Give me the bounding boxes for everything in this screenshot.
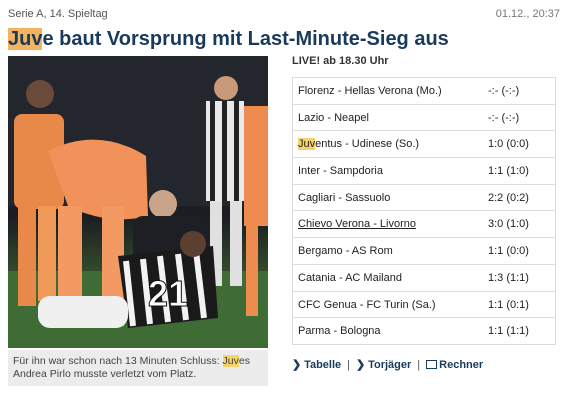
torjaeger-label: Torjäger — [368, 359, 412, 371]
chevron-right-icon: ❯ — [356, 359, 366, 371]
rechner-label: Rechner — [439, 358, 484, 371]
results-table: Florenz - Hellas Verona (Mo.) -:- (-:-) L… — [292, 77, 556, 345]
table-row[interactable]: Juventus - Udinese (So.) 1:0 (0:0) — [293, 131, 555, 159]
match-score: 1:1 (0:1) — [488, 298, 529, 311]
match-link[interactable]: Chievo Verona - Livorno — [298, 211, 416, 238]
headline-link[interactable]: Juve baut Vorsprung mit Last-Minute-Sieg… — [8, 26, 560, 52]
match-name: Juventus - Udinese (So.) — [298, 131, 419, 158]
calculator-icon — [426, 359, 438, 369]
rechner-link[interactable]: Rechner — [426, 359, 483, 371]
match-score: 1:1 (1:1) — [488, 325, 529, 338]
table-row[interactable]: Catania - AC Mailand 1:3 (1:1) — [293, 265, 555, 292]
table-row[interactable]: Cagliari - Sassuolo 2:2 (0:2) — [293, 185, 555, 212]
torjaeger-link[interactable]: ❯ Torjäger — [356, 358, 411, 371]
football-players-image: 21 — [8, 56, 268, 348]
article-photo[interactable]: 21 — [8, 56, 268, 348]
chevron-right-icon: ❯ — [292, 359, 302, 371]
svg-text:21: 21 — [148, 273, 188, 314]
caption-text: Für ihn war schon nach 13 Minuten Schlus… — [13, 355, 223, 367]
table-row[interactable]: Inter - Sampdoria 1:1 (1:0) — [293, 158, 555, 185]
match-name: Lazio - Neapel — [298, 111, 369, 124]
match-name: Inter - Sampdoria — [298, 165, 383, 178]
section-label: Serie A, 14. Spieltag — [8, 8, 108, 20]
divider: | — [347, 358, 351, 371]
match-name: Cagliari - Sassuolo — [298, 191, 391, 204]
search-highlight: Juv — [298, 138, 316, 151]
top-bar: Serie A, 14. Spieltag 01.12., 20:37 — [8, 8, 560, 24]
match-name-rest: entus - Udinese (So.) — [315, 138, 420, 151]
table-row[interactable]: Bergamo - AS Rom 1:1 (0:0) — [293, 238, 555, 265]
match-score: -:- (-:-) — [488, 85, 520, 97]
match-score: 1:3 (1:1) — [488, 271, 529, 284]
match-name: Florenz - Hellas Verona (Mo.) — [298, 85, 442, 97]
divider: | — [417, 358, 421, 371]
table-links: ❯ Tabelle | ❯ Torjäger | Rechner — [292, 358, 483, 372]
match-score: -:- (-:-) — [488, 111, 520, 124]
search-highlight: Juv — [222, 355, 239, 367]
live-label: LIVE! ab 18.30 Uhr — [292, 55, 389, 67]
match-score: 3:0 (1:0) — [488, 218, 529, 231]
timestamp: 01.12., 20:37 — [495, 8, 560, 20]
search-highlight: Juv — [8, 28, 43, 50]
photo-caption: Für ihn war schon nach 13 Minuten Schlus… — [8, 350, 268, 386]
match-score: 2:2 (0:2) — [488, 191, 529, 204]
headline-text: e baut Vorsprung mit Last-Minute-Sieg au… — [42, 28, 449, 50]
match-score: 1:1 (0:0) — [488, 245, 529, 258]
match-name: Catania - AC Mailand — [298, 271, 402, 284]
tabelle-label: Tabelle — [304, 359, 342, 371]
match-score: 1:0 (0:0) — [488, 138, 529, 151]
tabelle-link[interactable]: ❯ Tabelle — [292, 358, 341, 371]
match-name: Bergamo - AS Rom — [298, 245, 393, 258]
table-row[interactable]: Florenz - Hellas Verona (Mo.) -:- (-:-) — [293, 78, 555, 105]
table-row[interactable]: Lazio - Neapel -:- (-:-) — [293, 105, 555, 132]
caption-text: es — [238, 355, 250, 367]
match-name: Parma - Bologna — [298, 325, 381, 338]
caption-text: Andrea Pirlo musste verletzt vom Platz. — [13, 368, 197, 380]
match-score: 1:1 (1:0) — [488, 165, 529, 178]
table-row[interactable]: Parma - Bologna 1:1 (1:1) — [293, 318, 555, 345]
table-row[interactable]: Chievo Verona - Livorno 3:0 (1:0) — [293, 211, 555, 239]
table-row[interactable]: CFC Genua - FC Turin (Sa.) 1:1 (0:1) — [293, 292, 555, 319]
match-name: CFC Genua - FC Turin (Sa.) — [298, 298, 436, 311]
